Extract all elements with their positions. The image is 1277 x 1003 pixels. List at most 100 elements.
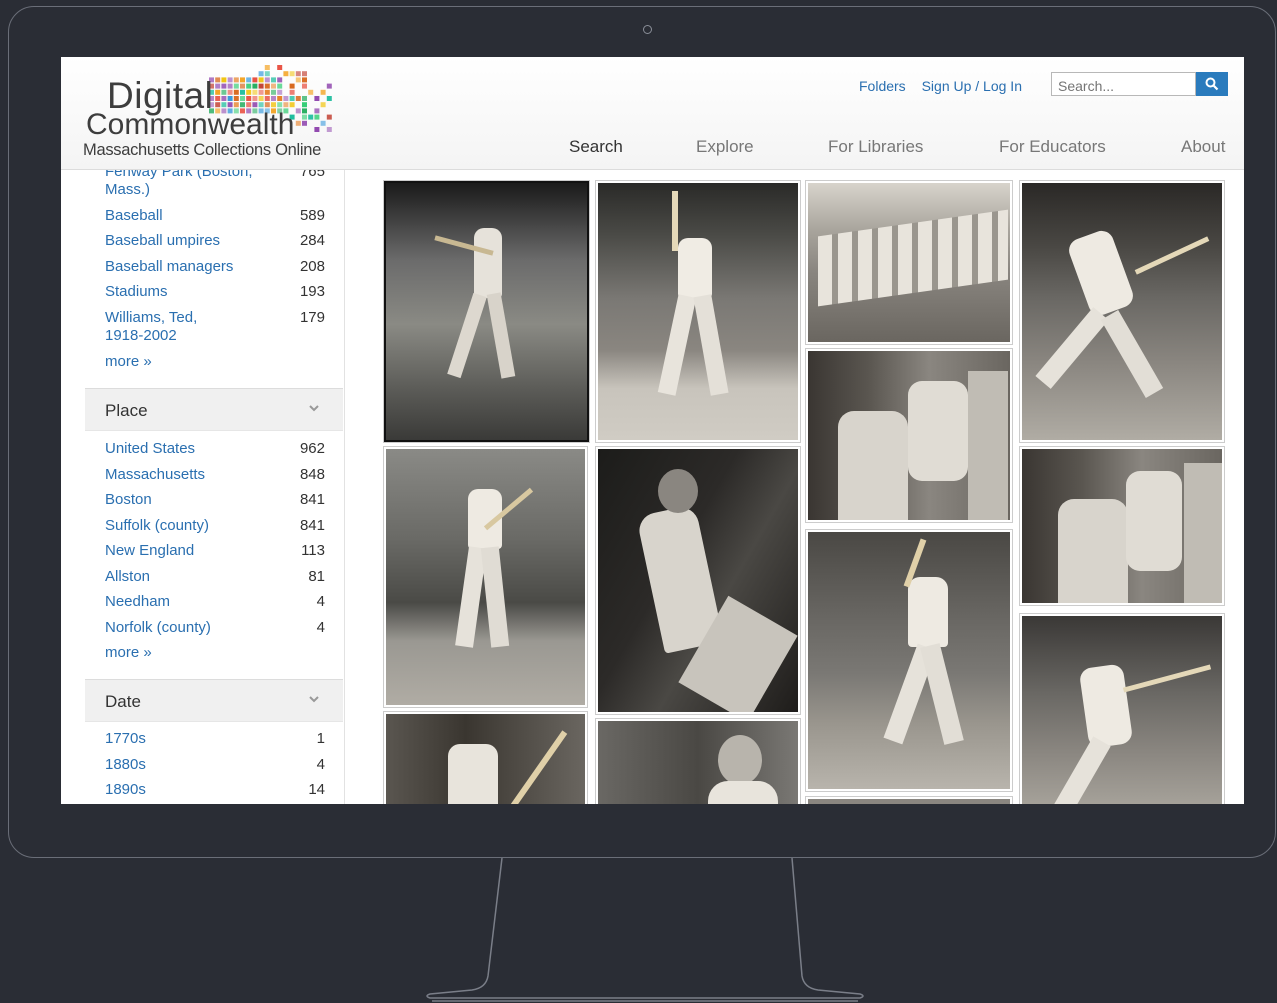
signup-login-link[interactable]: Sign Up / Log In [922, 78, 1022, 94]
nav-explore[interactable]: Explore [696, 137, 754, 157]
logo-tile [314, 114, 320, 120]
gallery-item[interactable] [1019, 446, 1225, 606]
logo-tile [326, 96, 332, 101]
facet-label[interactable]: Needham [105, 593, 285, 611]
date-facet-header[interactable]: Date [85, 679, 343, 722]
facet-label[interactable]: 1880s [105, 756, 285, 774]
gallery-item[interactable] [383, 711, 588, 804]
logo-tile [221, 96, 227, 101]
facet-label[interactable]: Baseball [105, 207, 285, 225]
gallery-item[interactable] [1019, 613, 1225, 804]
facet-label[interactable]: Allston [105, 568, 285, 586]
facet-label[interactable]: Williams, Ted, 1918-2002 [105, 309, 223, 345]
logo-tile [277, 83, 283, 89]
nav-search[interactable]: Search [569, 137, 623, 157]
logo-tile [289, 89, 295, 95]
facet-count: 848 [299, 466, 325, 483]
logo-tile [295, 120, 301, 126]
facet-label[interactable]: New England [105, 542, 285, 560]
logo-tile [264, 102, 270, 108]
nav-for-educators[interactable]: For Educators [999, 137, 1106, 157]
logo-tile [264, 65, 270, 70]
logo-tile [258, 83, 264, 89]
logo-tile [271, 89, 276, 95]
logo-tile [258, 102, 264, 108]
logo-tile [246, 102, 252, 108]
logo-tile [295, 77, 301, 83]
logo-tile [283, 71, 289, 77]
place-more-link[interactable]: more » [105, 644, 152, 661]
gallery-item[interactable] [805, 796, 1013, 804]
facet-label[interactable]: Suffolk (county) [105, 517, 285, 535]
logo-tile [264, 96, 270, 101]
logo-tile [246, 77, 252, 83]
facet-count: 113 [301, 542, 325, 559]
gallery-item[interactable] [595, 718, 801, 804]
logo-tile [252, 96, 258, 101]
logo-tile [314, 127, 320, 132]
logo-tile [302, 83, 307, 89]
logo-tile [271, 77, 276, 83]
logo-tile [277, 65, 283, 70]
logo-tile [215, 102, 221, 108]
monitor-stand [426, 857, 864, 1002]
gallery-item[interactable] [1019, 180, 1225, 443]
folders-link[interactable]: Folders [859, 78, 906, 94]
logo-tile [302, 102, 307, 108]
site-logo[interactable]: Digital Commonwealth Massachusetts Colle… [83, 65, 333, 165]
nav-for-libraries[interactable]: For Libraries [828, 137, 923, 157]
search-input[interactable] [1051, 72, 1196, 96]
facet-count: 4 [316, 756, 325, 773]
logo-tile [215, 96, 221, 101]
logo-tile [326, 127, 332, 132]
facet-count: 193 [299, 283, 325, 300]
logo-tile [233, 102, 239, 108]
logo-tile [240, 96, 245, 101]
logo-tile [289, 83, 295, 89]
facet-label[interactable]: Norfolk (county) [105, 619, 285, 637]
facet-count: 208 [299, 258, 325, 275]
utility-links: Folders Sign Up / Log In [859, 78, 1034, 94]
search-icon [1205, 77, 1219, 91]
logo-tile [252, 83, 258, 89]
logo-tile [271, 83, 276, 89]
logo-tile [221, 89, 227, 95]
logo-tile [258, 96, 264, 101]
facet-count: 1 [316, 730, 325, 747]
gallery-item[interactable] [383, 180, 590, 443]
facet-label[interactable]: Stadiums [105, 283, 285, 301]
gallery-item[interactable] [805, 529, 1013, 792]
logo-tile [308, 89, 314, 95]
facet-label[interactable]: Baseball umpires [105, 232, 285, 250]
logo-tile [252, 77, 258, 83]
topic-more-link[interactable]: more » [105, 353, 152, 370]
facet-label[interactable]: Baseball managers [105, 258, 285, 276]
logo-tile [233, 77, 239, 83]
facet-label[interactable]: Massachusetts [105, 466, 285, 484]
logo-tile [314, 108, 320, 114]
place-facet-header[interactable]: Place [85, 388, 343, 431]
search-button[interactable] [1196, 72, 1228, 96]
gallery-item[interactable] [595, 180, 801, 443]
gallery-item[interactable] [383, 446, 588, 708]
chevron-down-icon [309, 405, 319, 412]
facet-label[interactable]: Boston [105, 491, 285, 509]
facet-label[interactable]: United States [105, 440, 285, 458]
logo-tile [233, 89, 239, 95]
logo-tile [295, 96, 301, 101]
gallery-item[interactable] [805, 348, 1013, 523]
facet-label[interactable]: 1770s [105, 730, 285, 748]
nav-about[interactable]: About [1181, 137, 1225, 157]
logo-tile [320, 120, 326, 126]
gallery-item[interactable] [805, 180, 1013, 345]
logo-tile [258, 71, 264, 77]
logo-tile [271, 102, 276, 108]
facet-label[interactable]: 1890s [105, 781, 285, 799]
logo-tile [326, 114, 332, 120]
logo-tile [233, 83, 239, 89]
gallery-item[interactable] [595, 446, 801, 715]
logo-tile [283, 96, 289, 101]
place-facet-title: Place [105, 401, 148, 420]
logo-tile [302, 71, 307, 77]
logo-tile [277, 77, 283, 83]
